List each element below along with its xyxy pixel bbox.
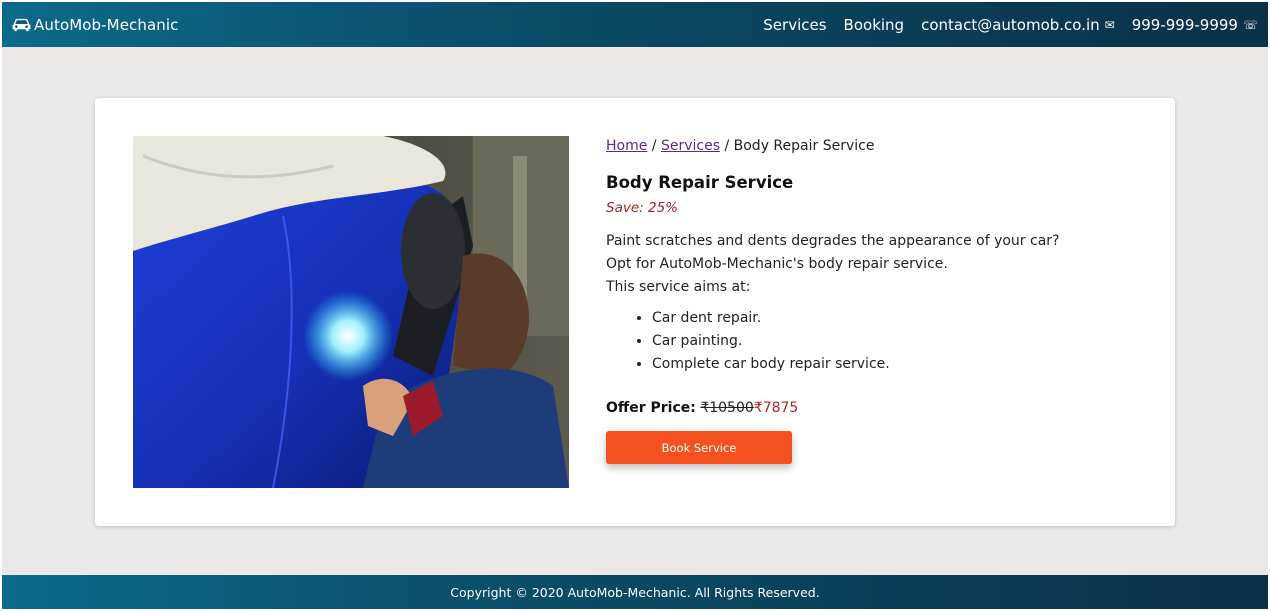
phone-icon: ☏ <box>1242 17 1258 32</box>
description-line: Opt for AutoMob-Mechanic's body repair s… <box>606 256 948 272</box>
nav-booking-label: Booking <box>843 15 905 34</box>
breadcrumb-separator: / <box>720 138 734 154</box>
breadcrumb: Home / Services / Body Repair Service <box>606 136 1126 156</box>
nav-phone-link[interactable]: 999-999-9999 ☏ <box>1132 16 1258 34</box>
breadcrumb-current: Body Repair Service <box>733 138 875 154</box>
welding-photo-illustration <box>133 136 569 488</box>
nav-booking-link[interactable]: Booking <box>844 16 905 34</box>
offer-price-label: Offer Price: <box>606 400 696 416</box>
description-line: This service aims at: <box>606 279 751 295</box>
service-title: Body Repair Service <box>606 173 794 192</box>
breadcrumb-home-link[interactable]: Home <box>606 138 647 154</box>
nav-services-link[interactable]: Services <box>763 16 826 34</box>
car-icon <box>12 18 31 32</box>
service-info: Home / Services / Body Repair Service Bo… <box>606 136 1126 464</box>
page-frame: AutoMob-Mechanic Services Booking contac… <box>2 2 1268 609</box>
feature-list: Car dent repair. Car painting. Complete … <box>606 307 1126 376</box>
breadcrumb-services-link[interactable]: Services <box>661 138 720 154</box>
brand-link[interactable]: AutoMob-Mechanic <box>12 16 179 34</box>
discount-label: Save: 25% <box>606 200 678 216</box>
service-photo <box>133 136 569 488</box>
feature-item: Car painting. <box>652 330 1126 353</box>
service-description: Paint scratches and dents degrades the a… <box>606 230 1126 299</box>
description-line: Paint scratches and dents degrades the a… <box>606 233 1060 249</box>
original-price: ₹10500 <box>700 400 754 416</box>
book-service-button[interactable]: Book Service <box>606 431 792 464</box>
nav-services-label: Services <box>763 15 827 34</box>
feature-item: Complete car body repair service. <box>652 353 1126 376</box>
brand-name: AutoMob-Mechanic <box>34 15 179 34</box>
service-card: Home / Services / Body Repair Service Bo… <box>95 98 1175 526</box>
nav-phone-label: 999-999-9999 <box>1131 15 1238 34</box>
copyright-text: Copyright © 2020 AutoMob-Mechanic. All R… <box>450 584 820 600</box>
breadcrumb-separator: / <box>647 138 661 154</box>
nav-email-link[interactable]: contact@automob.co.in ✉ <box>921 16 1115 34</box>
discounted-price: ₹7875 <box>753 400 799 416</box>
nav-email-label: contact@automob.co.in <box>921 15 1100 34</box>
mail-icon: ✉ <box>1104 17 1115 32</box>
top-navbar: AutoMob-Mechanic Services Booking contac… <box>2 2 1268 47</box>
footer: Copyright © 2020 AutoMob-Mechanic. All R… <box>2 575 1268 609</box>
offer-price: Offer Price: ₹10500₹7875 <box>606 400 1126 416</box>
nav-links: Services Booking contact@automob.co.in ✉… <box>746 16 1258 34</box>
feature-item: Car dent repair. <box>652 307 1126 330</box>
